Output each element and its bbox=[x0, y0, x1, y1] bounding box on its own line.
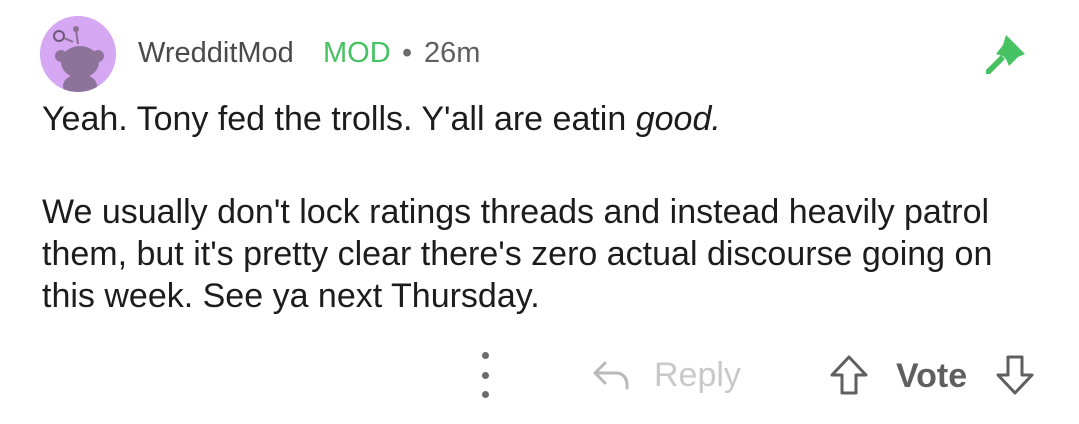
reply-label: Reply bbox=[654, 355, 741, 394]
upvote-arrow-icon bbox=[830, 355, 868, 395]
vote-count: Vote bbox=[896, 357, 968, 395]
comment-paragraph-1-emphasis: good. bbox=[635, 100, 721, 138]
pin-icon bbox=[982, 30, 1030, 78]
comment-paragraph-2: We usually don't lock ratings threads an… bbox=[42, 193, 993, 315]
avatar[interactable] bbox=[40, 16, 116, 92]
more-vertical-icon-dot bbox=[481, 371, 489, 379]
reply-button[interactable]: Reply bbox=[590, 350, 741, 400]
more-options-button[interactable] bbox=[470, 352, 500, 398]
mod-badge: MOD bbox=[323, 37, 391, 69]
comment-paragraph-1: Yeah. Tony fed the trolls. Y'all are eat… bbox=[42, 98, 1052, 140]
meta-separator: • bbox=[402, 37, 413, 69]
more-vertical-icon bbox=[481, 352, 489, 359]
comment-paragraph-1-text: Yeah. Tony fed the trolls. Y'all are eat… bbox=[42, 100, 636, 138]
more-vertical-icon-dot bbox=[481, 391, 489, 398]
downvote-button[interactable] bbox=[992, 352, 1038, 398]
comment-author[interactable]: WredditMod bbox=[138, 35, 294, 71]
upvote-button[interactable] bbox=[826, 352, 872, 398]
downvote-arrow-icon bbox=[996, 355, 1034, 395]
snoo-avatar-icon bbox=[40, 16, 116, 92]
comment: WredditMod MOD • 26m Yeah. Tony fed the … bbox=[0, 0, 1079, 424]
comment-timestamp: 26m bbox=[424, 37, 481, 69]
reply-arrow-icon bbox=[593, 361, 629, 390]
